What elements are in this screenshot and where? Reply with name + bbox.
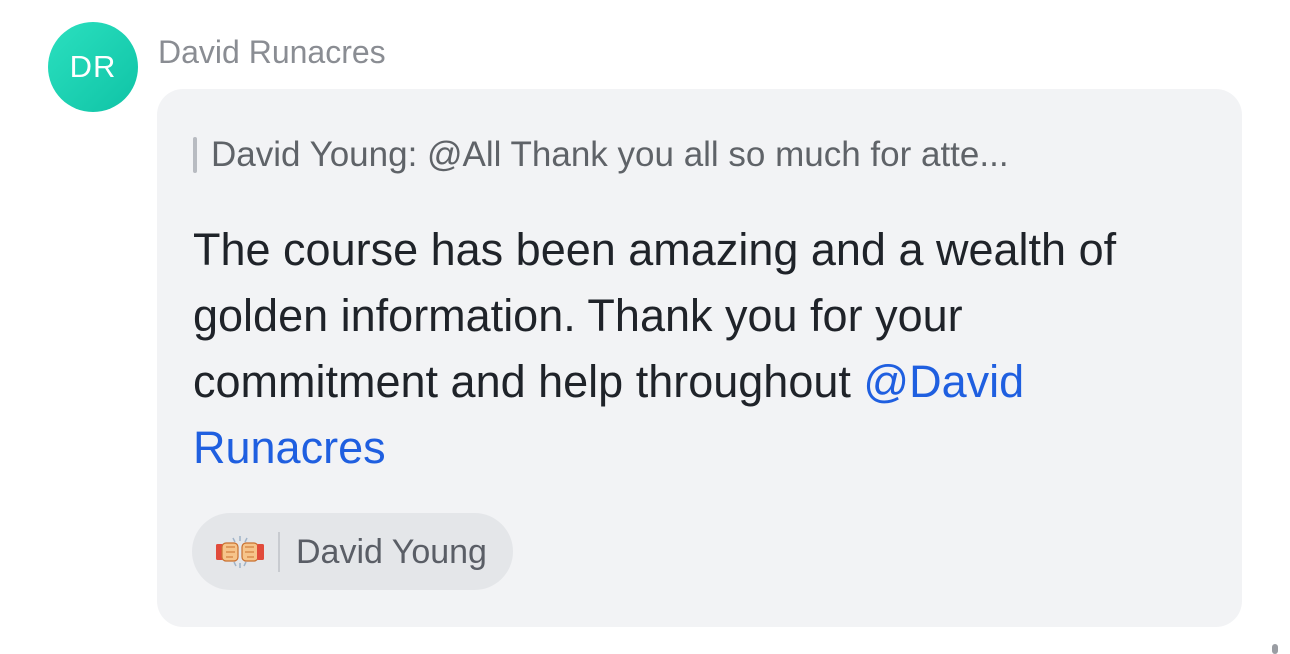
message-body: The course has been amazing and a wealth…: [193, 217, 1193, 481]
scrollbar[interactable]: [1272, 644, 1278, 654]
chat-message: DR David Runacres David Young: @All Than…: [0, 0, 1290, 654]
avatar-initials: DR: [69, 49, 117, 84]
message-bubble[interactable]: David Young: @All Thank you all so much …: [157, 89, 1242, 627]
reaction-chip[interactable]: David Young: [192, 513, 513, 590]
fist-bump-icon: [214, 534, 266, 570]
quoted-reply[interactable]: David Young: @All Thank you all so much …: [193, 135, 1203, 175]
avatar[interactable]: DR: [48, 22, 138, 112]
fist-bump-icon-svg: [216, 535, 264, 568]
reaction-user: David Young: [296, 532, 487, 571]
sender-name[interactable]: David Runacres: [158, 32, 386, 72]
quote-text: David Young: @All Thank you all so much …: [211, 135, 1009, 174]
reaction-divider: [278, 531, 280, 572]
quote-bar: [193, 137, 197, 173]
